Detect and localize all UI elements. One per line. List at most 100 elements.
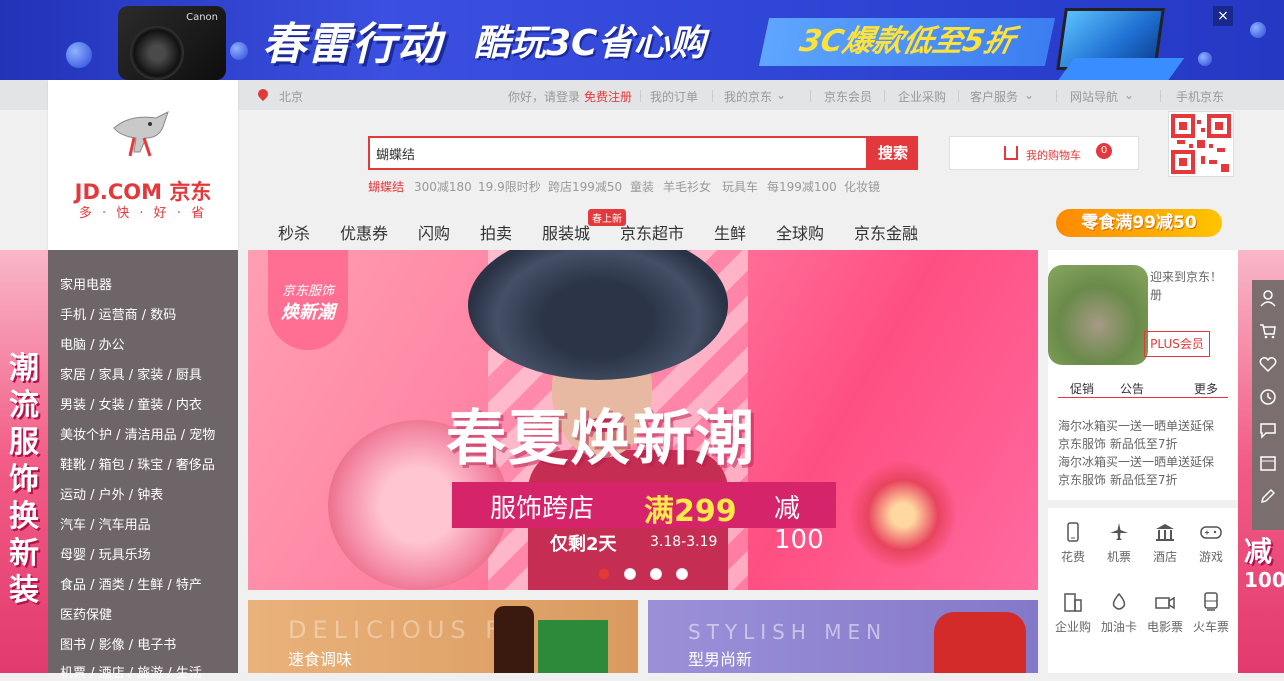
carousel-dot[interactable] (676, 568, 688, 580)
service-train-ticket[interactable]: 火车票 (1188, 592, 1234, 635)
heart-icon[interactable] (1252, 348, 1284, 380)
category-item[interactable]: 家居 / 家具 / 家装 / 厨具 (60, 364, 202, 383)
laptop-image (1055, 8, 1185, 80)
jd-member-link[interactable]: 京东会员 (824, 88, 872, 105)
banner-close-button[interactable]: × (1213, 6, 1233, 26)
cart-icon[interactable] (1252, 315, 1284, 347)
calendar-icon[interactable] (1252, 447, 1284, 479)
promo-tile-men[interactable]: STYLISH MEN 型男尚新 (648, 600, 1038, 673)
category-item[interactable]: 食品 / 酒类 / 生鲜 / 特产 (60, 574, 202, 593)
news-item[interactable]: 京东服饰 新品低至7折 (1058, 471, 1177, 488)
location-selector[interactable]: 北京 (279, 88, 303, 105)
nav-promo-banner[interactable]: 零食满99减50 (1056, 209, 1222, 237)
tab-promotions[interactable]: 促销 (1070, 380, 1094, 397)
history-icon[interactable] (1252, 381, 1284, 413)
news-item[interactable]: 海尔冰箱买一送一晒单送延保 (1058, 417, 1214, 434)
mobile-jd-link[interactable]: 手机京东 (1176, 88, 1224, 105)
promo-tile-food[interactable]: DELICIOUS F 速食调味 (248, 600, 638, 673)
category-item[interactable]: 医药保健 (60, 604, 112, 623)
service-flight[interactable]: 机票 (1096, 522, 1142, 565)
service-hotel[interactable]: 酒店 (1142, 522, 1188, 565)
divider (640, 90, 641, 102)
hotkey-link[interactable]: 每199减100 (767, 178, 837, 195)
hotkey-link[interactable]: 玩具车 (722, 178, 758, 195)
search-input[interactable] (368, 136, 868, 170)
chat-icon[interactable] (1252, 414, 1284, 446)
news-item[interactable]: 京东服饰 新品低至7折 (1058, 435, 1177, 452)
service-games[interactable]: 游戏 (1188, 522, 1234, 565)
nav-item-fresh[interactable]: 生鲜 (714, 220, 746, 244)
carousel-dot[interactable] (650, 568, 662, 580)
category-item[interactable]: 汽车 / 汽车用品 (60, 514, 151, 533)
nav-new-badge: 春上新 (588, 209, 626, 226)
chevron-down-icon: ⌄ (1124, 88, 1135, 102)
divider (884, 90, 885, 102)
user-icon[interactable] (1252, 282, 1284, 314)
my-jd-menu[interactable]: 我的京东 (724, 88, 772, 105)
left-side-ad[interactable]: 潮流服饰换新装 (0, 250, 48, 673)
login-link[interactable]: 你好，请登录 (508, 88, 580, 105)
nav-item-seckill[interactable]: 秒杀 (278, 220, 310, 244)
service-fuel-card[interactable]: 加油卡 (1096, 592, 1142, 635)
divider (958, 90, 959, 102)
category-item[interactable]: 美妆个护 / 清洁用品 / 宠物 (60, 424, 215, 443)
category-item[interactable]: 图书 / 影像 / 电子书 (60, 634, 176, 653)
promo-discount: 减100 (774, 494, 824, 555)
service-enterprise[interactable]: 企业购 (1050, 592, 1096, 635)
customer-service-menu[interactable]: 客户服务 (970, 88, 1018, 105)
banner-bubble (230, 42, 248, 60)
plus-member-button[interactable]: PLUS会员 (1144, 331, 1210, 357)
carousel-title: 春夏焕新潮 (446, 404, 756, 474)
hotkey-link[interactable]: 化妆镜 (844, 178, 880, 195)
carousel-countdown: 仅剩2天 (550, 534, 617, 555)
nav-item-flash[interactable]: 闪购 (418, 220, 450, 244)
tab-announcements[interactable]: 公告 (1120, 380, 1144, 397)
more-link[interactable]: 更多 (1194, 380, 1218, 397)
hotkey-link[interactable]: 跨店199减50 (548, 178, 622, 195)
nav-item-clothing[interactable]: 服装城 (542, 220, 590, 244)
my-orders-link[interactable]: 我的订单 (650, 88, 698, 105)
category-item[interactable]: 运动 / 户外 / 钟表 (60, 484, 163, 503)
snack-box-image (538, 620, 608, 673)
category-item[interactable]: 手机 / 运营商 / 数码 (60, 304, 176, 323)
category-item[interactable]: 电脑 / 办公 (60, 334, 125, 353)
hotkey-link[interactable]: 蝴蝶结 (368, 178, 404, 195)
search-button[interactable]: 搜索 (868, 136, 918, 170)
banner-subtitle: 酷玩3C省心购 (474, 23, 706, 64)
hotkey-link[interactable]: 童装 (630, 178, 654, 195)
jacket-image (934, 612, 1026, 673)
category-item[interactable]: 鞋靴 / 箱包 / 珠宝 / 奢侈品 (60, 454, 215, 473)
badge-top-text: 京东服饰 (281, 284, 334, 299)
train-icon (1204, 592, 1218, 611)
site-nav-menu[interactable]: 网站导航 (1070, 88, 1118, 105)
category-item[interactable]: 男装 / 女装 / 童装 / 内衣 (60, 394, 202, 413)
service-movie-ticket[interactable]: 电影票 (1142, 592, 1188, 635)
category-item[interactable]: 机票 / 酒店 / 旅游 / 生活 (60, 662, 202, 681)
register-link[interactable]: 免费注册 (584, 88, 632, 105)
category-item[interactable]: 母婴 / 玩具乐场 (60, 544, 151, 563)
avatar[interactable] (1048, 265, 1148, 365)
register-link[interactable]: 册 (1150, 286, 1162, 303)
welcome-text: 迎来到京东！ (1150, 270, 1223, 284)
hotkey-link[interactable]: 19.9限时秒 (478, 178, 541, 195)
nav-item-global[interactable]: 全球购 (776, 220, 824, 244)
nav-item-supermarket[interactable]: 京东超市 (620, 220, 684, 244)
edit-icon[interactable] (1252, 480, 1284, 512)
nav-item-auction[interactable]: 拍卖 (480, 220, 512, 244)
carousel-dot[interactable] (624, 568, 636, 580)
service-phone-bill[interactable]: 花费 (1050, 522, 1096, 565)
main-carousel[interactable]: 京东服饰 焕新潮 春夏焕新潮 服饰跨店 满299 减100 仅剩2天 3.18-… (248, 250, 1038, 590)
jd-logo[interactable]: JD.COM 京东 多 · 快 · 好 · 省 (48, 80, 238, 250)
hotkey-link[interactable]: 羊毛衫女 (663, 178, 711, 195)
enterprise-link[interactable]: 企业采购 (898, 88, 946, 105)
category-item[interactable]: 家用电器 (60, 274, 112, 293)
qr-code-icon[interactable] (1168, 111, 1234, 177)
lily-image (848, 460, 958, 570)
nav-item-coupon[interactable]: 优惠券 (340, 220, 388, 244)
hotkey-link[interactable]: 300减180 (414, 178, 472, 195)
nav-item-finance[interactable]: 京东金融 (854, 220, 918, 244)
news-item[interactable]: 海尔冰箱买一送一晒单送延保 (1058, 453, 1214, 470)
carousel-dot[interactable] (598, 568, 610, 580)
cart-button[interactable]: 我的购物车 0 (949, 136, 1139, 170)
promo-text: 服饰跨店 (490, 494, 595, 524)
